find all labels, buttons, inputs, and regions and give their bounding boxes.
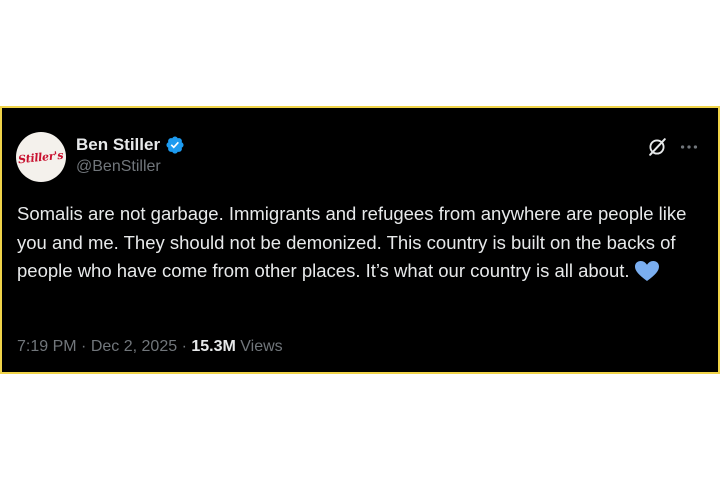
display-name[interactable]: Ben Stiller [76, 135, 160, 155]
tweet-date[interactable]: Dec 2, 2025 [91, 338, 177, 355]
tweet-time[interactable]: 7:19 PM [17, 338, 77, 355]
name-row: Ben Stiller [76, 134, 185, 156]
blue-heart-icon [634, 261, 659, 281]
page: Stiller's Ben Stiller @BenStiller Somali… [0, 0, 720, 480]
tweet-card[interactable]: Stiller's Ben Stiller @BenStiller Somali… [0, 106, 720, 374]
meta-separator: · [81, 338, 87, 355]
avatar-logo: Stiller's [17, 148, 65, 166]
tweet-text: Somalis are not garbage. Immigrants and … [17, 200, 707, 286]
author-block: Ben Stiller @BenStiller [76, 134, 185, 176]
more-icon[interactable] [678, 136, 700, 158]
meta-separator: · [181, 338, 187, 355]
handle[interactable]: @BenStiller [76, 158, 185, 176]
views-count: 15.3M [191, 338, 236, 355]
views-label: Views [240, 338, 283, 355]
verified-badge-icon[interactable] [165, 135, 185, 155]
tweet-meta: 7:19 PM · Dec 2, 2025 · 15.3M Views [17, 338, 283, 356]
avatar[interactable]: Stiller's [16, 132, 66, 182]
tweet-body: Somalis are not garbage. Immigrants and … [17, 203, 687, 281]
grok-icon[interactable] [646, 136, 668, 158]
